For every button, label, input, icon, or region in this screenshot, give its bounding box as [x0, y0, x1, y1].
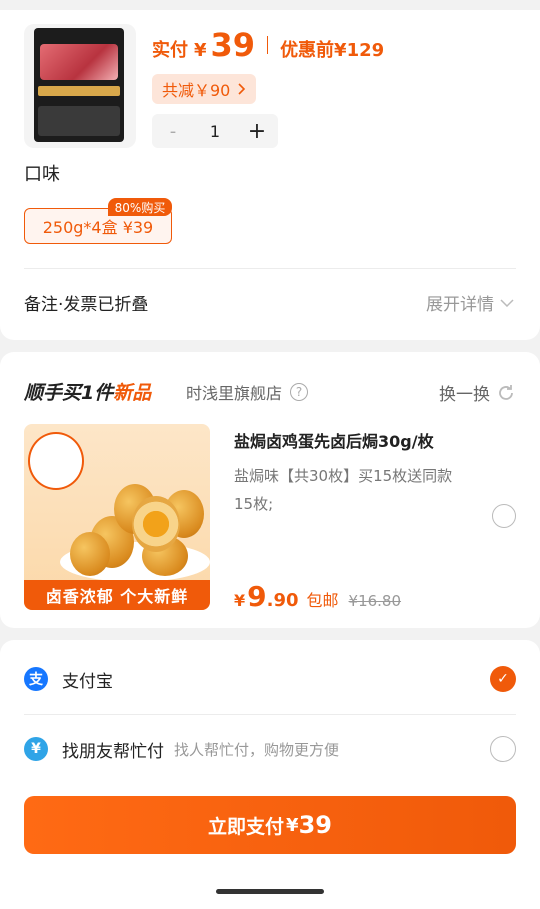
friend-pay-icon: ¥: [24, 737, 48, 761]
upsell-price-int: 9: [247, 580, 267, 613]
expand-details-button[interactable]: 展开详情: [426, 290, 514, 315]
upsell-card: 顺手买1件新品 时浅里旗舰店 ? 换一换 卤香浓郁 个大新鲜 盐焗卤鸡蛋先卤后焗…: [0, 352, 540, 628]
payment-card: 支 支付宝 ✓ ¥ 找朋友帮忙付 找人帮忙付，购物更方便 立即支付 ¥ 39: [0, 640, 540, 909]
swap-button[interactable]: 换一换: [439, 380, 516, 405]
original-price: 优惠前¥129: [280, 40, 385, 61]
paid-price: 实付 ¥ 39 优惠前¥129: [152, 26, 384, 64]
discount-button[interactable]: 共减￥90: [152, 74, 257, 104]
upsell-price-dec: .90: [266, 590, 299, 611]
paid-label: 实付: [152, 40, 188, 61]
friend-pay-hint: 找人帮忙付，购物更方便: [174, 740, 340, 759]
pay-now-amount: 39: [298, 811, 332, 839]
chevron-right-icon: [238, 83, 246, 95]
divider: [24, 714, 516, 715]
alipay-icon: 支: [24, 667, 48, 691]
order-card: 实付 ¥ 39 优惠前¥129 共减￥90 - 1 + 口味 250g*4盒 ¥…: [0, 10, 540, 340]
upsell-price-currency: ¥: [234, 591, 246, 610]
pay-now-currency: ¥: [286, 814, 299, 836]
upsell-title-highlight: 新品: [113, 382, 152, 404]
image-label: 卤香浓郁 个大新鲜: [24, 580, 210, 610]
price-divider: [267, 36, 269, 54]
increase-button[interactable]: +: [236, 119, 278, 144]
payment-option-alipay[interactable]: 支 支付宝 ✓: [24, 654, 516, 704]
flavor-title: 口味: [24, 164, 60, 185]
product-thumbnail[interactable]: [24, 24, 136, 148]
product-thumbnail-image: [34, 28, 124, 142]
chevron-down-icon: [500, 298, 514, 307]
pay-now-label: 立即支付: [208, 815, 285, 838]
store-label: 时浅里旗舰店: [186, 384, 283, 403]
upsell-title-prefix: 顺手买1件: [24, 382, 114, 404]
purchase-rate-badge: 80%购买: [108, 198, 172, 216]
payment-option-friend[interactable]: ¥ 找朋友帮忙付 找人帮忙付，购物更方便: [24, 724, 516, 774]
paid-amount: 39: [210, 26, 256, 64]
flavor-option-label: 250g*4盒 ¥39: [42, 218, 154, 237]
upsell-product-desc: 盐焗味【共30枚】买15枚送同款15枚;: [234, 467, 453, 513]
help-icon[interactable]: ?: [290, 383, 309, 401]
remark-label: 备注·发票已折叠: [24, 295, 149, 315]
upsell-price: ¥ 9 .90 包邮 ¥16.80: [234, 580, 401, 613]
free-shipping-label: 包邮: [306, 591, 339, 610]
checked-icon[interactable]: ✓: [490, 666, 516, 692]
upsell-original-price: ¥16.80: [348, 592, 402, 610]
promo-circle-badge: [28, 432, 84, 490]
friend-pay-radio[interactable]: [490, 736, 516, 762]
decrease-button[interactable]: -: [152, 121, 194, 142]
quantity-stepper: - 1 +: [152, 114, 278, 148]
refresh-icon: [499, 384, 513, 400]
expand-details-label: 展开详情: [426, 295, 494, 315]
upsell-title: 顺手买1件新品: [24, 378, 151, 405]
pay-now-button[interactable]: 立即支付 ¥ 39: [24, 796, 516, 854]
discount-text: 共减￥90: [162, 81, 231, 100]
home-indicator[interactable]: [216, 889, 324, 894]
swap-label: 换一换: [439, 385, 490, 405]
divider: [24, 268, 516, 269]
egg-cut: [132, 496, 180, 552]
store-name: 时浅里旗舰店 ?: [186, 380, 309, 404]
upsell-product-image[interactable]: 卤香浓郁 个大新鲜: [24, 424, 210, 610]
paid-currency: ¥: [194, 40, 207, 61]
upsell-select-radio[interactable]: [492, 504, 516, 528]
alipay-label: 支付宝: [62, 671, 113, 692]
quantity-value[interactable]: 1: [194, 122, 236, 141]
friend-pay-label: 找朋友帮忙付: [62, 741, 164, 762]
upsell-product-name[interactable]: 盐焗卤鸡蛋先卤后焗30g/枚: [234, 428, 434, 452]
